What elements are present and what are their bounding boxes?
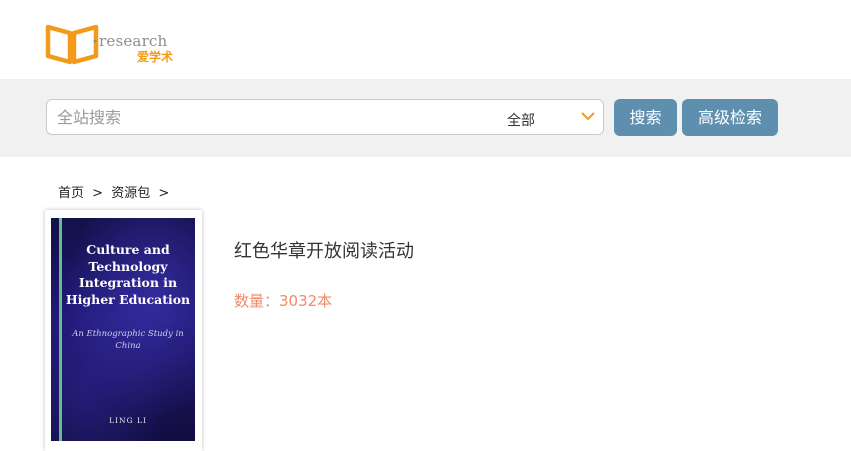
breadcrumb: 首页 > 资源包 > [58,182,173,201]
book-cover-image: Culture and Technology Integration in Hi… [51,218,195,441]
site-logo[interactable]: research 爱学术 [45,19,185,67]
advanced-search-button[interactable]: 高级检索 [682,99,778,136]
breadcrumb-home-link[interactable]: 首页 [58,186,84,201]
open-book-logo-icon [45,24,99,65]
package-title: 红色华章开放阅读活动 [234,241,414,262]
package-count: 数量：3032本 [234,292,333,310]
chevron-down-icon [581,112,595,121]
search-scope-select[interactable]: 全部 [505,100,603,134]
breadcrumb-separator: > [158,186,170,201]
cover-subtitle: An Ethnographic Study in China [72,329,184,351]
breadcrumb-separator: > [92,186,104,201]
search-scope-label: 全部 [507,113,535,129]
cover-title: Culture and Technology Integration in Hi… [65,242,191,307]
cover-stripe [59,218,62,441]
search-input[interactable] [57,106,477,128]
breadcrumb-current[interactable]: 资源包 [111,186,150,201]
site-header: research 爱学术 [0,0,851,79]
search-bar-area: 全部 搜索 高级检索 [0,79,851,157]
cover-author: LING LI [109,416,147,425]
book-cover-card[interactable]: Culture and Technology Integration in Hi… [45,210,202,451]
search-button[interactable]: 搜索 [614,99,677,136]
logo-chinese-name: 爱学术 [137,50,174,64]
search-box: 全部 [46,99,604,135]
